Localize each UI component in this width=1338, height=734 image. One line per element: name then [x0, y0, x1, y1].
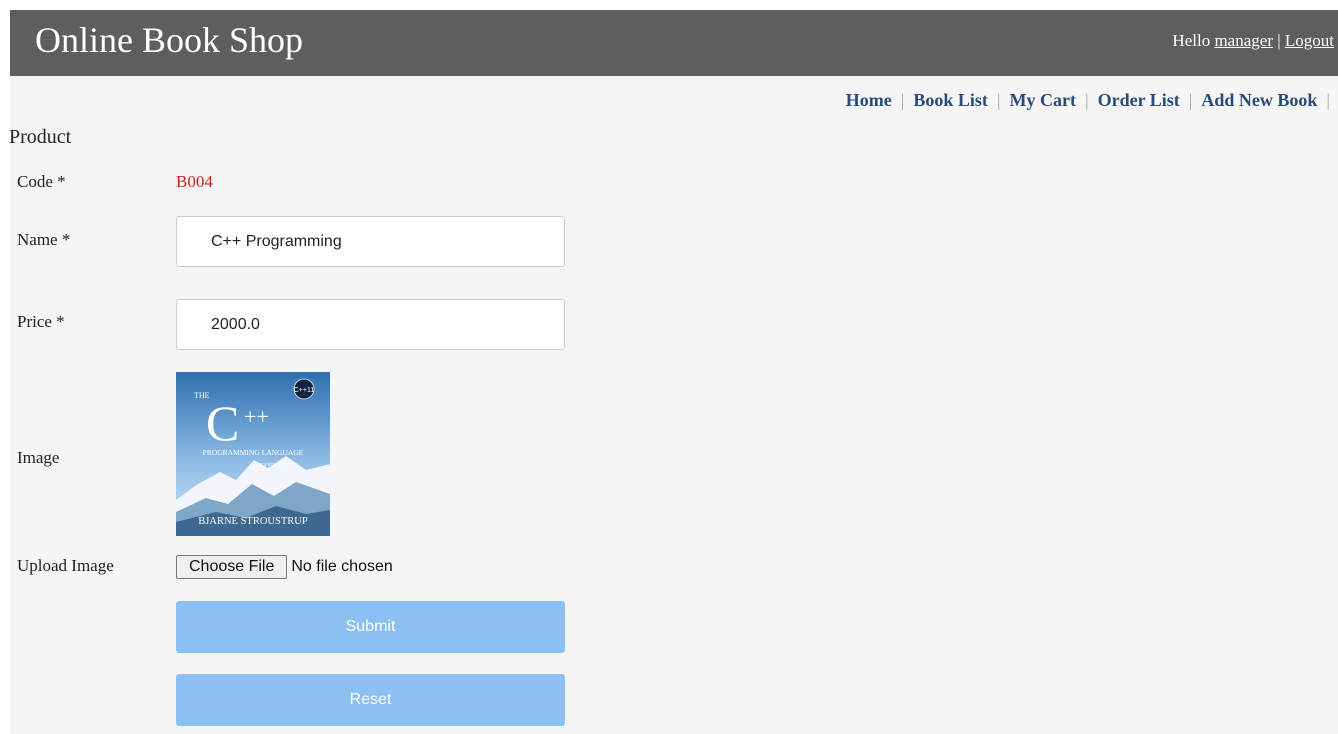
nav-order-list[interactable]: Order List	[1098, 90, 1180, 110]
price-input[interactable]	[176, 299, 565, 350]
main-nav: Home | Book List | My Cart | Order List | Add Ne…	[846, 90, 1330, 111]
upload-image-label: Upload Image	[17, 556, 114, 575]
nav-home[interactable]: Home	[846, 90, 892, 110]
choose-file-button[interactable]: Choose File	[176, 555, 288, 579]
section-title: Product	[9, 126, 72, 148]
user-separator: |	[1277, 31, 1281, 50]
nav-separator: |	[996, 90, 1001, 110]
no-file-chosen-text: No file chosen	[291, 558, 393, 575]
cover-badge: C++11	[294, 387, 315, 394]
book-cover-art: C++11 THE C ++ PROGRAMMING LANGUAGE FOUR…	[176, 372, 330, 536]
username-link[interactable]: manager	[1214, 31, 1273, 50]
nav-add-new-book[interactable]: Add New Book	[1201, 90, 1317, 110]
cover-title-c: C	[206, 395, 239, 451]
site-title: Online Book Shop	[35, 20, 304, 60]
book-cover-image: C++11 THE C ++ PROGRAMMING LANGUAGE FOUR…	[176, 372, 330, 536]
name-input[interactable]	[176, 216, 565, 267]
reset-button[interactable]: Reset	[176, 674, 565, 726]
submit-button[interactable]: Submit	[176, 601, 565, 653]
code-label: Code *	[17, 172, 66, 191]
header-bar: Online Book Shop Hello manager | Logout	[10, 10, 1338, 76]
cover-author: BJARNE STROUSTRUP	[198, 516, 308, 527]
code-value: B004	[176, 172, 213, 191]
file-upload-control: Choose File No file chosen	[176, 555, 393, 579]
logout-link[interactable]: Logout	[1285, 31, 1334, 50]
nav-my-cart[interactable]: My Cart	[1009, 90, 1075, 110]
nav-separator: |	[1326, 90, 1330, 110]
nav-book-list[interactable]: Book List	[913, 90, 988, 110]
cover-title-plusplus: ++	[244, 404, 269, 429]
cover-edition: FOURTH EDITION	[260, 462, 293, 467]
nav-separator: |	[1084, 90, 1089, 110]
name-label: Name *	[17, 230, 71, 249]
image-label: Image	[17, 448, 60, 467]
nav-separator: |	[1188, 90, 1193, 110]
cover-subtitle: PROGRAMMING LANGUAGE	[203, 448, 304, 457]
user-area: Hello manager | Logout	[1172, 31, 1334, 51]
page: Online Book Shop Hello manager | Logout …	[9, 10, 1338, 734]
greeting-text: Hello	[1172, 31, 1211, 50]
price-label: Price *	[17, 312, 65, 331]
nav-separator: |	[900, 90, 905, 110]
